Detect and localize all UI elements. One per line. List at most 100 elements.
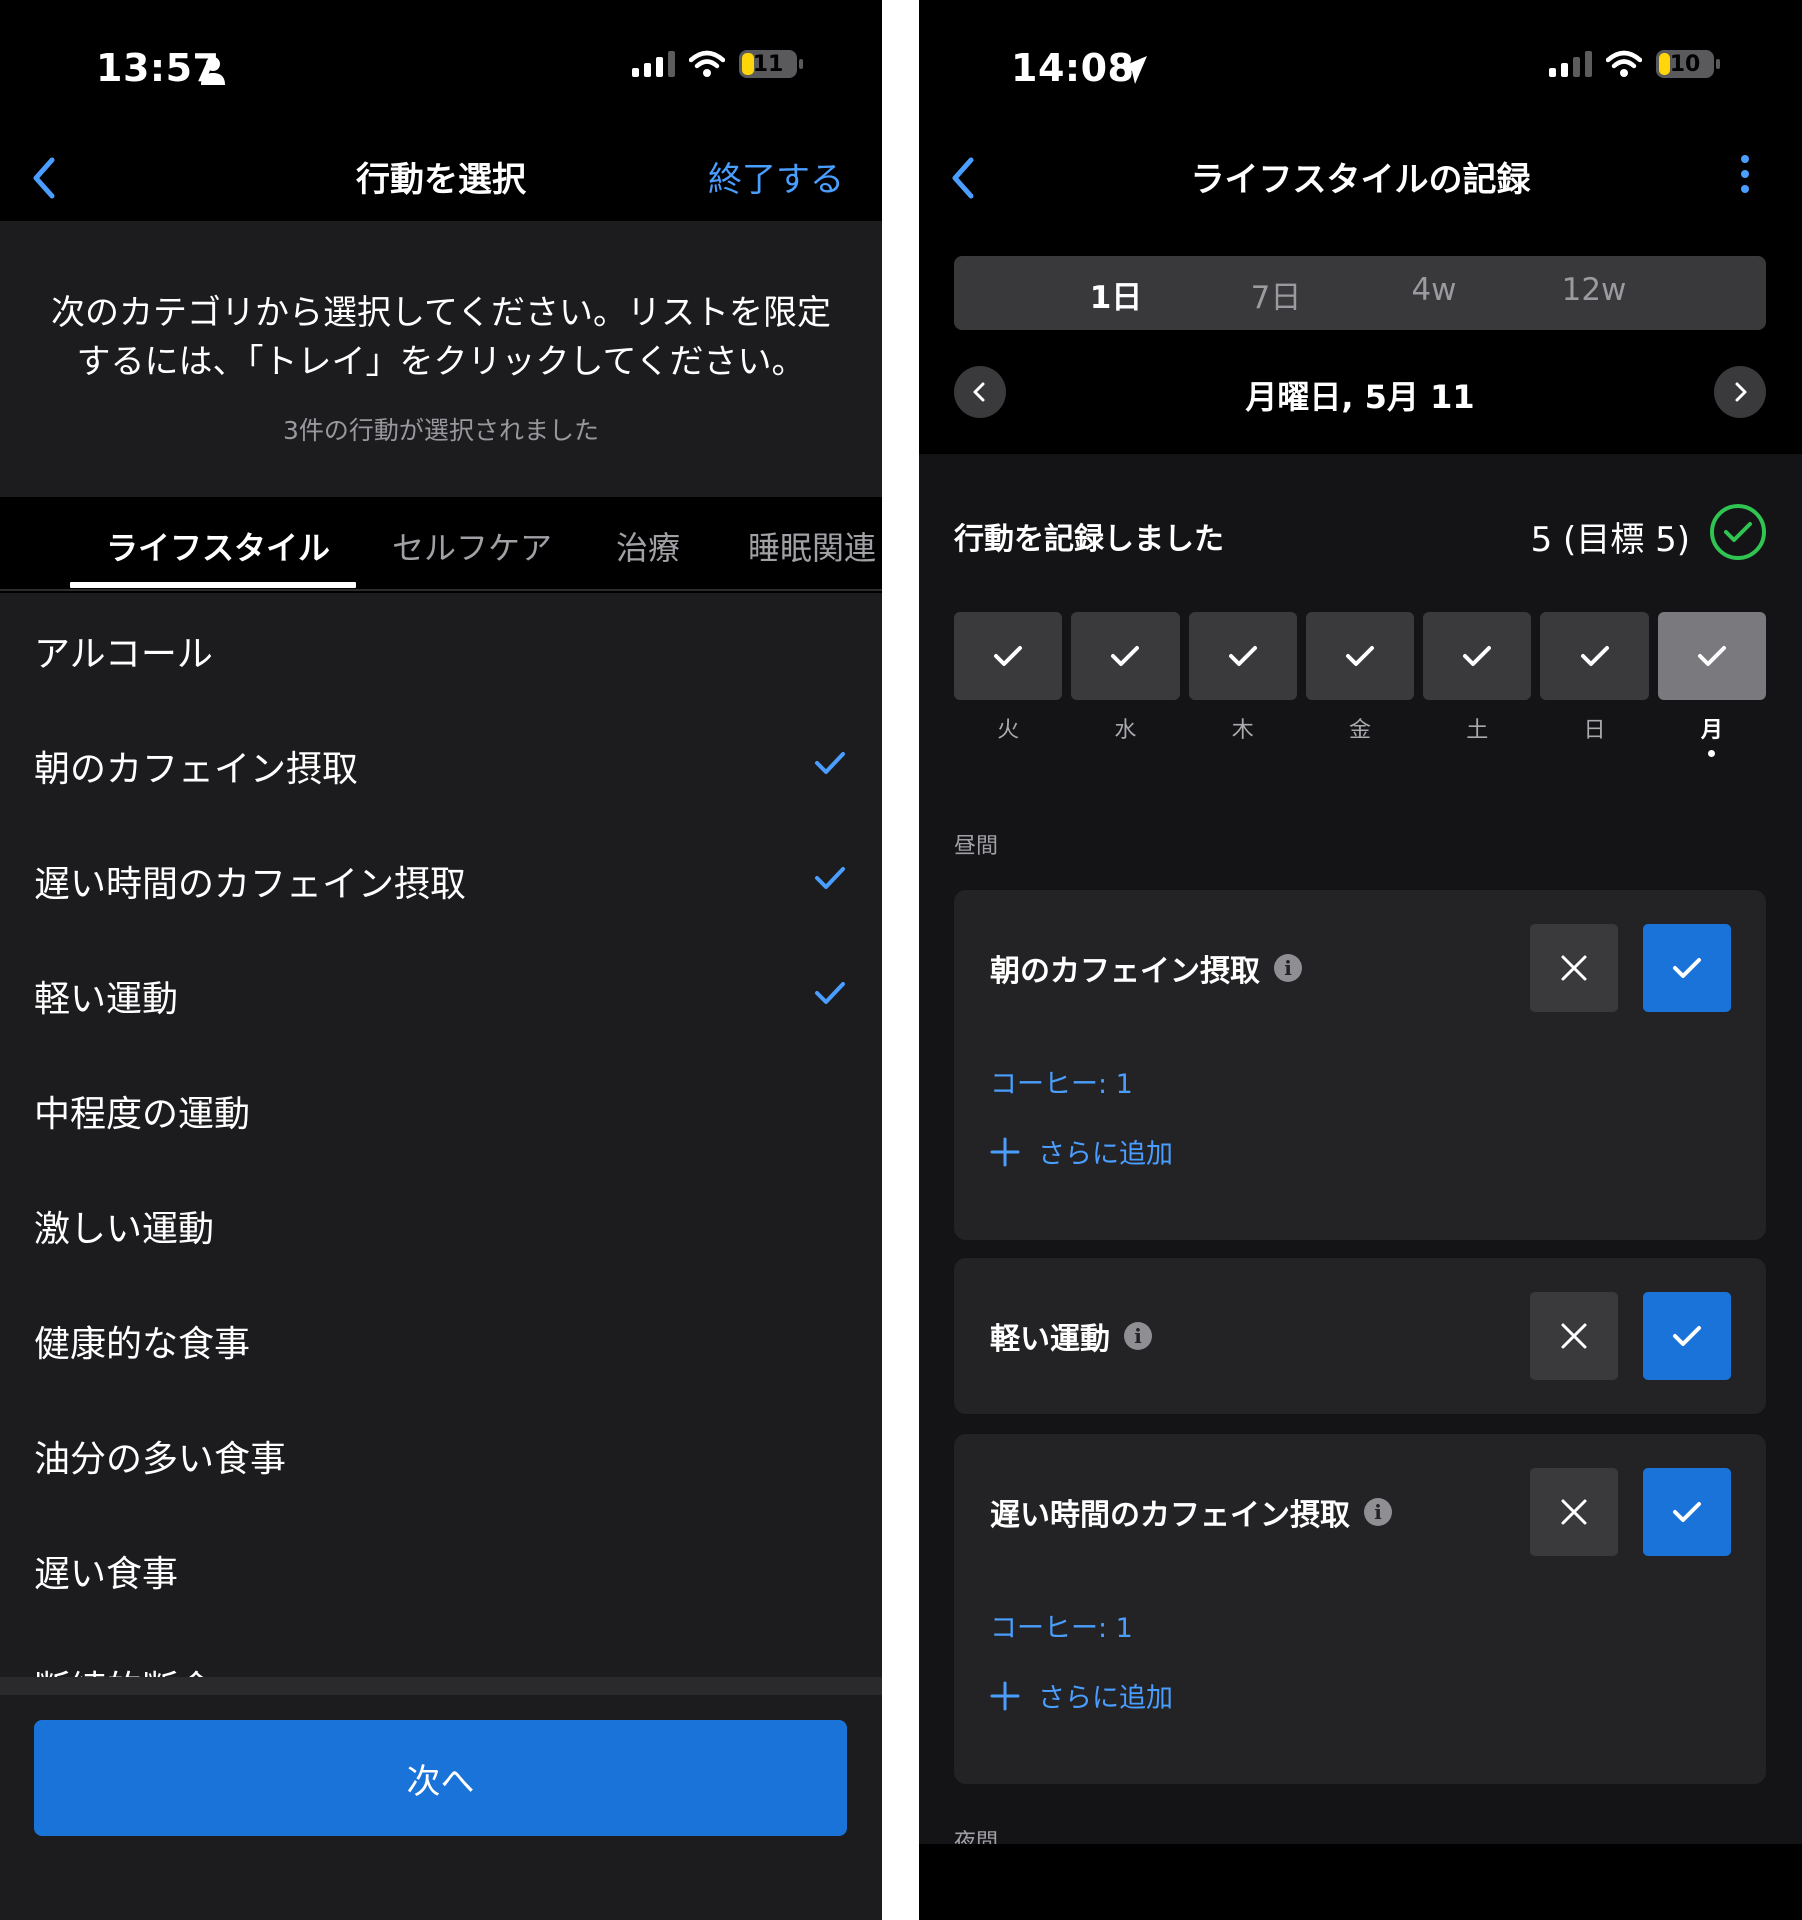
checkmark-icon [1228,646,1257,666]
tab-sleep-related[interactable]: 睡眠関連 [748,523,876,569]
day-label: 土 [1466,718,1489,743]
checkmark-icon [1673,958,1701,978]
person-icon [201,57,225,85]
segment-7-days[interactable]: 7日 [1196,272,1356,317]
tab-lifestyle[interactable]: ライフスタイル [106,523,330,569]
list-item-label: 遅い食事 [34,1553,179,1595]
cellular-signal-icon [1549,51,1592,77]
detail-link[interactable]: コーヒー: 1 [990,1606,1133,1645]
location-arrow-icon [1119,56,1147,84]
list-item-label: 朝のカフェイン摂取 [34,748,359,790]
add-more-button[interactable]: さらに追加 [990,1132,1173,1171]
list-item-label: アルコール [34,633,213,675]
instructions-line-2: するには、「トレイ」をクリックしてください。 [76,342,806,382]
category-tabs: ライフスタイル セルフケア 治療 睡眠関連 [0,497,882,591]
day-label: 水 [1114,718,1137,743]
close-icon [1561,1323,1587,1349]
status-bar: 14:08 10 [919,0,1802,140]
chevron-right-icon [1735,382,1747,402]
detail-link[interactable]: コーヒー: 1 [990,1062,1133,1101]
mark-yes-button[interactable] [1643,1292,1731,1380]
day-item[interactable]: 水 [1071,612,1180,757]
nav-bar: ライフスタイルの記録 [919,140,1802,220]
date-navigator: 月曜日, 5月 11 [954,366,1766,418]
mark-yes-button[interactable] [1643,1468,1731,1556]
summary-label: 行動を記録しました [954,522,1224,557]
log-content: 行動を記録しました 5 (目標 5) 火 水 木 金 土 日 月 昼間 朝のカフ… [919,454,1802,1855]
next-day-button[interactable] [1714,366,1766,418]
list-item[interactable]: 遅い時間のカフェイン摂取 [0,823,882,938]
info-icon[interactable]: i [1274,954,1302,982]
behavior-card: 軽い運動 i [954,1258,1766,1414]
right-phone-screen: 14:08 10 ライフスタイルの記録 1日 7日 4w 12w 月曜日, 5月… [919,0,1802,1920]
card-title: 朝のカフェイン摂取 i [990,946,1302,990]
mark-yes-button[interactable] [1643,924,1731,1012]
checkmark-icon [815,867,845,889]
checkmark-icon [1697,646,1726,666]
checkmark-icon [1673,1502,1701,1522]
checkmark-icon [815,752,845,774]
next-button[interactable]: 次へ [34,1720,847,1836]
add-more-button[interactable]: さらに追加 [990,1676,1173,1715]
today-indicator-dot [1708,750,1716,757]
info-icon[interactable]: i [1364,1498,1392,1526]
add-more-label: さらに追加 [1038,1139,1173,1170]
day-item[interactable]: 土 [1423,612,1532,757]
list-item[interactable]: 油分の多い食事 [0,1398,882,1513]
selected-count: 3件の行動が選択されました [283,416,599,445]
list-item[interactable]: 遅い食事 [0,1513,882,1628]
battery-icon: 10 [1656,50,1720,78]
wifi-icon [1606,50,1642,77]
cellular-signal-icon [632,51,675,77]
list-item-label: 中程度の運動 [34,1093,251,1135]
list-item[interactable]: 健康的な食事 [0,1283,882,1398]
nav-bar: 行動を選択 終了する [0,140,882,220]
mark-no-button[interactable] [1530,924,1618,1012]
plus-icon [990,1681,1020,1710]
checkmark-icon [1345,646,1374,666]
mark-no-button[interactable] [1530,1468,1618,1556]
day-item[interactable]: 金 [1305,612,1415,757]
summary-value: 5 (目標 5) [1530,520,1690,560]
segment-4-weeks[interactable]: 4w [1354,272,1514,308]
list-item[interactable]: 中程度の運動 [0,1053,882,1168]
checkmark-icon [1673,1326,1701,1346]
tab-selfcare[interactable]: セルフケア [392,523,552,569]
behavior-card: 朝のカフェイン摂取 i コーヒー: 1 さらに追加 [954,890,1766,1240]
more-vertical-icon[interactable] [1740,154,1750,194]
list-item[interactable]: 激しい運動 [0,1168,882,1283]
day-label: 火 [997,718,1020,743]
day-item[interactable]: 日 [1540,612,1649,757]
status-icons: 11 [632,50,803,78]
checkmark-icon [815,982,845,1004]
card-title-text: 軽い運動 [990,1322,1110,1357]
day-item-today[interactable]: 月 [1657,612,1766,757]
day-item[interactable]: 火 [954,612,1063,757]
status-icons: 10 [1549,50,1720,78]
range-and-date: 1日 7日 4w 12w 月曜日, 5月 11 [919,220,1802,454]
list-item[interactable]: 朝のカフェイン摂取 [0,708,882,823]
card-title-text: 朝のカフェイン摂取 [990,954,1260,989]
info-icon[interactable]: i [1124,1322,1152,1350]
list-item[interactable]: アルコール [0,593,882,708]
segment-12-weeks[interactable]: 12w [1514,272,1674,308]
list-item-label: 断続的断食 [34,1660,214,1678]
day-label: 日 [1583,718,1606,743]
plus-icon [990,1137,1020,1166]
day-label: 木 [1231,718,1254,743]
status-bar: 13:57 11 [0,0,882,140]
day-item[interactable]: 木 [1188,612,1297,757]
weekday-strip: 火 水 木 金 土 日 月 [954,612,1766,757]
wifi-icon [689,50,725,77]
finish-button[interactable]: 終了する [708,152,844,201]
list-item[interactable]: 断続的断食 [0,1628,882,1678]
battery-icon: 11 [739,50,803,78]
segment-1-day[interactable]: 1日 [1036,272,1196,317]
day-label: 金 [1348,718,1371,743]
list-item[interactable]: 軽い運動 [0,938,882,1053]
mark-no-button[interactable] [1530,1292,1618,1380]
goal-complete-icon [1710,504,1766,560]
behavior-list: アルコール 朝のカフェイン摂取 遅い時間のカフェイン摂取 軽い運動 中程度の運動… [0,593,882,1677]
tab-treatment[interactable]: 治療 [616,523,680,569]
add-more-label: さらに追加 [1038,1683,1173,1714]
